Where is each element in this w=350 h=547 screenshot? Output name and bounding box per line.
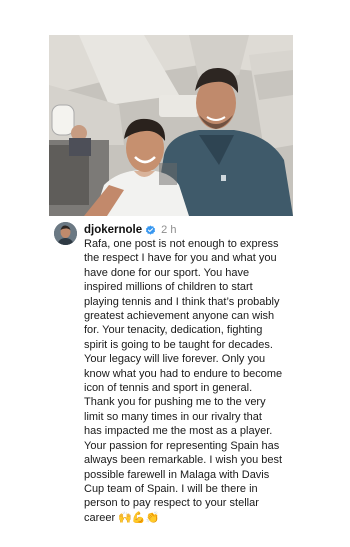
verified-badge-icon (145, 224, 156, 236)
caption-text: Rafa, one post is not enough to express … (84, 238, 283, 524)
selfie-image (49, 35, 293, 216)
avatar-image (54, 222, 77, 245)
profile-avatar[interactable] (54, 222, 77, 245)
username-link[interactable]: djokernole (84, 224, 142, 236)
post-photo[interactable] (49, 35, 293, 216)
post-timestamp: 2 h (161, 224, 177, 236)
